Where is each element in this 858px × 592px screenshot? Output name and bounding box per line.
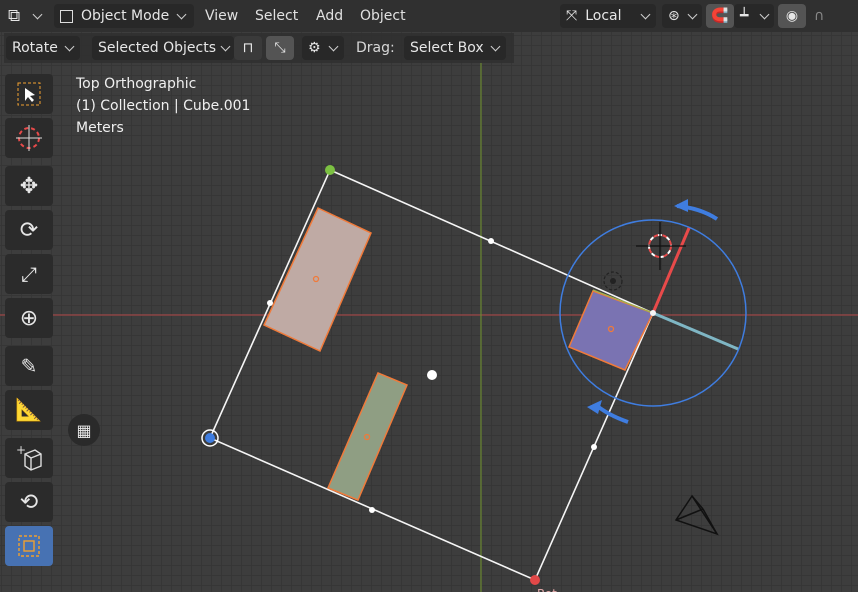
tool-cursor[interactable] (5, 118, 53, 158)
cube-object-1[interactable] (263, 206, 372, 353)
snap-target-dropdown[interactable]: ┷ (734, 4, 774, 28)
tool-spin[interactable]: ⟲ (5, 482, 53, 522)
transform-tool-label: Rotate (12, 40, 58, 56)
corner-handle-green[interactable] (325, 165, 335, 175)
tool-options-dropdown[interactable]: ⚙ (302, 36, 344, 60)
tool-settings-bar: Rotate Selected Objects ⊓ ⤡ ⚙ Drag: Sele… (4, 33, 514, 63)
tool-select-box[interactable] (5, 526, 53, 566)
3d-cursor-icon (16, 125, 42, 151)
menu-select[interactable]: Select (255, 8, 298, 24)
menu-add[interactable]: Add (316, 8, 343, 24)
pivot-point-dropdown[interactable]: ⊛ (662, 4, 702, 28)
scale-icon: ⤢ (21, 262, 37, 286)
lock-toggle[interactable]: ⊓ (234, 36, 262, 60)
collection-info: (1) Collection | Cube.001 (76, 98, 251, 114)
light-icon (603, 271, 623, 291)
menu-view[interactable]: View (205, 8, 238, 24)
proportional-edit-icon: ◉ (785, 8, 799, 24)
bounds-handle (369, 507, 375, 513)
move-icon: ✥ (19, 173, 39, 199)
measure-icon: 📐 (15, 397, 43, 423)
collapse-arrows-icon: ⤡ (274, 40, 286, 56)
affect-origins-toggle[interactable]: ⤡ (266, 36, 294, 60)
gizmo-x-axis (651, 227, 691, 314)
tool-scale[interactable]: ⤢ (5, 254, 53, 294)
cube-object-active[interactable] (568, 290, 655, 371)
tool-annotate[interactable]: ✎ (5, 346, 53, 386)
magnet-icon: 🧲 (711, 8, 729, 24)
affect-label: Selected Objects (98, 40, 217, 56)
rotate-icon: ⟳ (19, 217, 39, 243)
corner-handle-blue[interactable] (205, 433, 215, 443)
toggle-quad-view-button[interactable]: ▦ (68, 414, 100, 446)
cursor-select-icon (17, 82, 41, 106)
transform-orientation-dropdown[interactable]: ⤧ Local (560, 4, 656, 28)
mode-label: Object Mode (81, 8, 170, 24)
object-mode-icon (60, 9, 73, 23)
checker-grid-icon: ▦ (76, 420, 92, 440)
cube-object-2[interactable] (327, 372, 408, 501)
snap-toggle[interactable]: 🧲 (706, 4, 734, 28)
pivot-icon: ⊛ (668, 8, 680, 24)
tool-add-cube[interactable]: + (5, 438, 53, 478)
bounds-handle (267, 300, 273, 306)
editor-type-button[interactable]: ⧉ (2, 4, 48, 28)
view-name: Top Orthographic (76, 76, 197, 92)
drag-value: Select Box (410, 40, 484, 56)
annotate-icon: ✎ (20, 354, 38, 378)
proportional-edit-toggle[interactable]: ◉ (778, 4, 806, 28)
menu-object[interactable]: Object (360, 8, 406, 24)
tool-transform[interactable]: ⊕ (5, 298, 53, 338)
viewport-editor-icon: ⧉ (8, 6, 21, 26)
gear-icon: ⚙ (308, 40, 321, 56)
mode-dropdown[interactable]: Object Mode (54, 4, 194, 28)
svg-text:Rot: Rot (537, 587, 557, 592)
units-info: Meters (76, 120, 124, 136)
lock-open-icon: ⊓ (242, 40, 254, 56)
viewport-header: ⧉ Object Mode View Select Add Object ⤧ L… (0, 0, 858, 32)
camera-icon (674, 494, 719, 536)
bounds-handle (591, 444, 597, 450)
drag-label: Drag: (356, 40, 395, 56)
corner-handle-red[interactable] (530, 575, 540, 585)
affect-dropdown[interactable]: Selected Objects (92, 36, 234, 60)
tool-rotate[interactable]: ⟳ (5, 210, 53, 250)
falloff-dropdown[interactable]: ∩ (808, 4, 844, 28)
transform-tool-dropdown[interactable]: Rotate (6, 36, 80, 60)
add-cube-icon: + (16, 444, 42, 471)
pivot-center-dot (427, 370, 437, 380)
spin-icon: ⟲ (19, 489, 39, 515)
falloff-curve-icon: ∩ (814, 8, 825, 24)
svg-text:+: + (16, 444, 26, 457)
tool-move[interactable]: ✥ (5, 166, 53, 206)
drag-dropdown[interactable]: Select Box (404, 36, 506, 60)
tool-measure[interactable]: 📐 (5, 390, 53, 430)
orientation-label: Local (585, 8, 622, 24)
orientation-icon: ⤧ (566, 8, 578, 24)
select-box-icon (18, 535, 40, 557)
bounds-handle (488, 238, 494, 244)
3d-cursor-icon[interactable] (636, 222, 686, 270)
snap-increment-icon: ┷ (740, 8, 749, 24)
tool-select[interactable] (5, 74, 53, 114)
transform-icon: ⊕ (19, 305, 39, 331)
gizmo-y-axis (652, 311, 739, 351)
